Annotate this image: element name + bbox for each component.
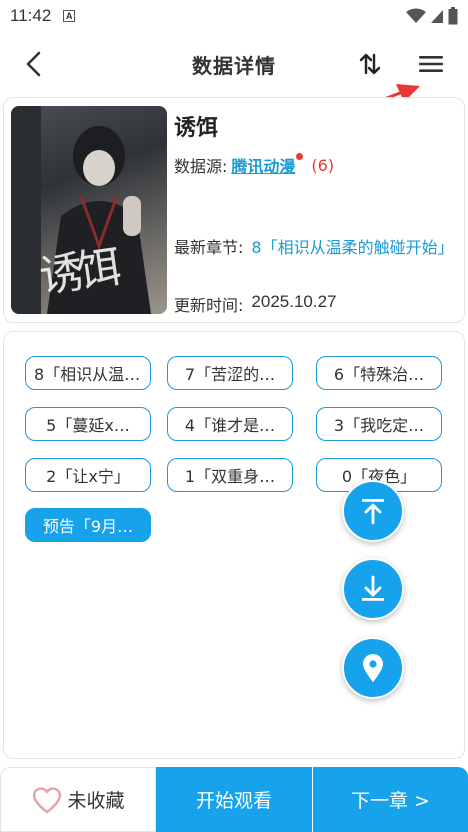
source-name: 腾讯动漫	[231, 157, 296, 176]
status-icons	[406, 7, 458, 25]
chapter-chip[interactable]: 3「我吃定…	[316, 407, 442, 441]
status-time: 11:42	[10, 6, 52, 25]
chapter-chip-label: 8「相识从温柔的触碰开始」	[34, 365, 142, 384]
chapter-chip[interactable]: 2「让x宁」	[25, 458, 151, 492]
back-button[interactable]	[18, 48, 50, 80]
sort-swap-icon	[359, 53, 381, 75]
chapter-chip-label: 1「双重身…	[184, 467, 276, 486]
scroll-bottom-icon	[362, 575, 384, 601]
source-link[interactable]: 腾讯动漫	[231, 153, 304, 177]
latest-chapter-row: 最新章节: 8「相识从温柔的触碰开始」	[174, 235, 462, 261]
source-label: 数据源:	[174, 157, 228, 176]
status-bar: 11:42 A	[0, 0, 468, 32]
favorite-label: 未收藏	[67, 790, 125, 812]
heart-outline-icon	[33, 786, 62, 813]
scroll-to-top-button[interactable]	[342, 480, 404, 542]
book-info-card: 诱饵 诱饵 数据源: 腾讯动漫 (6) 最新章节: 8「相识从温柔的触碰开始」 …	[3, 97, 465, 323]
source-red-dot	[296, 153, 304, 160]
scroll-to-bottom-button[interactable]	[342, 558, 404, 620]
chapter-chip[interactable]: 7「苦涩的…	[167, 356, 293, 390]
locate-current-button[interactable]	[342, 637, 404, 699]
start-watching-button[interactable]: 开始观看	[156, 767, 312, 832]
chapter-chip[interactable]: 4「谁才是…	[167, 407, 293, 441]
notification-icon: A	[63, 10, 76, 22]
chapter-chip[interactable]: 1「双重身…	[167, 458, 293, 492]
update-time-label: 更新时间:	[174, 296, 244, 315]
source-row: 数据源: 腾讯动漫 (6)	[174, 153, 334, 177]
menu-button[interactable]	[414, 48, 448, 80]
latest-chapter-label: 最新章节:	[174, 238, 244, 257]
next-chapter-button[interactable]: 下一章 >	[312, 767, 468, 832]
chapter-chip-label: 3「我吃定…	[333, 416, 425, 435]
signal-icon	[431, 10, 443, 23]
favorite-button[interactable]: 未收藏	[0, 767, 156, 832]
chapter-chip-label: 2「让x宁」	[46, 467, 130, 486]
bottom-action-bar: 未收藏 开始观看 下一章 >	[0, 767, 468, 832]
chapter-list-card: 8「相识从温柔的触碰开始」 7「苦涩的… 6「特殊治… 5「蔓延x… 4「谁才是…	[3, 331, 465, 759]
location-pin-icon	[363, 654, 383, 682]
chapter-chip-label: 预告「9月…	[42, 517, 134, 536]
scroll-top-icon	[362, 499, 384, 525]
source-count: (6)	[311, 155, 335, 175]
book-cover[interactable]: 诱饵	[11, 106, 167, 314]
update-time-row: 更新时间: 2025.10.27	[174, 292, 337, 316]
app-bar: 数据详情	[0, 32, 468, 94]
chapter-chip-label: 4「谁才是…	[184, 416, 276, 435]
chapter-chip[interactable]: 8「相识从温柔的触碰开始」	[25, 356, 151, 390]
wifi-icon	[406, 8, 426, 23]
menu-icon	[419, 56, 443, 72]
cover-title-art: 诱饵	[36, 241, 119, 303]
chapter-chip[interactable]: 6「特殊治…	[316, 356, 442, 390]
chapter-chip[interactable]: 5「蔓延x…	[25, 407, 151, 441]
chapter-chip-label: 7「苦涩的…	[184, 365, 276, 384]
page-title: 数据详情	[192, 54, 276, 78]
latest-chapter-link[interactable]: 8「相识从温柔的触碰开始」	[251, 235, 453, 261]
battery-icon	[448, 7, 458, 25]
sort-button[interactable]	[354, 48, 386, 80]
chapter-chip-active[interactable]: 预告「9月…	[25, 508, 151, 542]
update-time-value: 2025.10.27	[251, 292, 337, 311]
chapter-chip-label: 6「特殊治…	[333, 365, 425, 384]
chapter-chip-label: 5「蔓延x…	[46, 416, 130, 435]
book-title: 诱饵	[174, 116, 219, 141]
back-arrow-icon	[26, 51, 41, 77]
